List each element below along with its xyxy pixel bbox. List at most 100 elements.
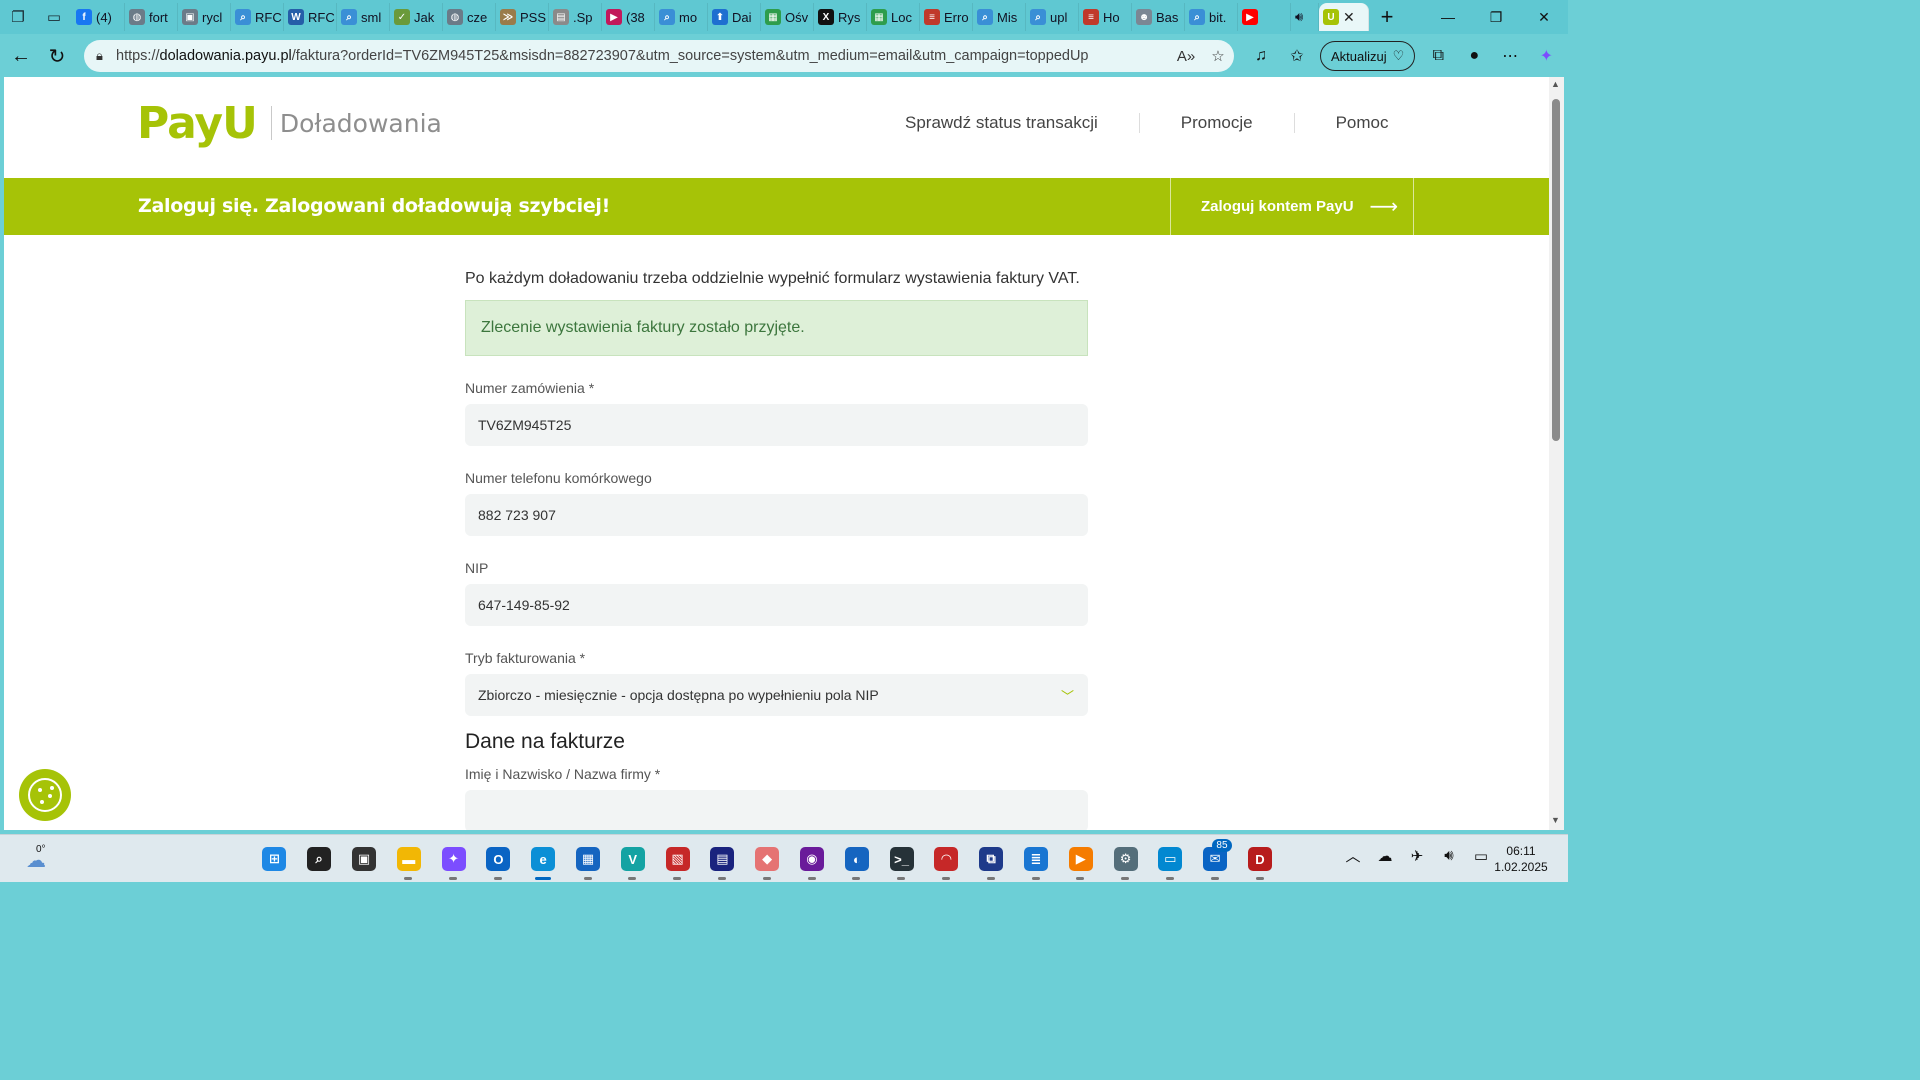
browser-tab[interactable]: ▤ .Sp: [549, 3, 602, 31]
taskbar-app[interactable]: ◠: [924, 841, 969, 880]
update-button[interactable]: Aktualizuj ♡: [1320, 41, 1416, 71]
onedrive-icon[interactable]: ☁: [1372, 847, 1398, 865]
taskbar-app[interactable]: ⧉: [969, 841, 1014, 880]
browser-tab[interactable]: ⌕ mo: [655, 3, 708, 31]
browser-tab[interactable]: ☻ Bas: [1132, 3, 1185, 31]
taskbar-app[interactable]: ▶: [1058, 841, 1103, 880]
new-tab-icon[interactable]: +: [1369, 2, 1405, 32]
taskbar-app[interactable]: ▣: [342, 841, 387, 877]
taskbar-app[interactable]: ▤: [700, 841, 745, 880]
volume-icon[interactable]: 🔊︎: [1436, 847, 1462, 864]
taskbar-app[interactable]: ⚙: [1103, 841, 1148, 880]
browser-tab[interactable]: f (4): [72, 3, 125, 31]
nav-transaction-status[interactable]: Sprawdź status transakcji: [864, 113, 1140, 133]
tab-actions-icon[interactable]: ▭: [36, 0, 72, 34]
airplane-mode-icon[interactable]: ✈: [1404, 847, 1430, 865]
taskbar-app[interactable]: O: [476, 841, 521, 880]
browser-tab[interactable]: ◍ fort: [125, 3, 178, 31]
taskbar-app[interactable]: ≣: [1014, 841, 1059, 880]
clock[interactable]: 06:11 1.02.2025: [1488, 843, 1554, 875]
banner-text: Zaloguj się. Zalogowani doładowują szybc…: [138, 195, 611, 217]
browser-tab[interactable]: ⌕ Mis: [973, 3, 1026, 31]
browser-tab[interactable]: ◍ cze: [443, 3, 496, 31]
taskbar-app[interactable]: ▦: [566, 841, 611, 880]
profile-avatar-icon[interactable]: ●: [1457, 40, 1491, 72]
page-scrollbar[interactable]: ▲ ▼: [1549, 77, 1564, 830]
taskbar-app[interactable]: ▧: [655, 841, 700, 880]
tab-title: Ho: [1103, 9, 1120, 25]
taskbar-app[interactable]: >_: [879, 841, 924, 880]
running-indicator: [449, 877, 458, 880]
tab-audio-icon[interactable]: 🔊︎: [1291, 3, 1319, 31]
copilot-sidebar-icon[interactable]: ✦: [1529, 40, 1563, 72]
taskbar-app[interactable]: ▭: [1148, 841, 1193, 880]
browser-tab[interactable]: ⌕ upl: [1026, 3, 1079, 31]
browser-tab[interactable]: ⌕ bit.: [1185, 3, 1238, 31]
taskbar-app[interactable]: ✦: [431, 841, 476, 880]
browser-tab[interactable]: ✓ Jak: [390, 3, 443, 31]
taskbar-app[interactable]: D: [1238, 841, 1283, 880]
phone-label: Numer telefonu komórkowego: [465, 470, 652, 486]
browser-tab[interactable]: ▶: [1238, 3, 1291, 31]
scroll-down-icon[interactable]: ▼: [1551, 815, 1560, 825]
close-window-icon[interactable]: ✕: [1520, 0, 1568, 34]
login-payu-button[interactable]: Zaloguj kontem PayU ⟶: [1170, 178, 1414, 235]
billing-mode-select[interactable]: Zbiorczo - miesięcznie - opcja dostępna …: [465, 674, 1088, 716]
favorite-star-icon[interactable]: ☆: [1202, 47, 1234, 65]
taskbar-app[interactable]: ◉: [790, 841, 835, 880]
taskbar-app[interactable]: ⌕: [297, 841, 342, 877]
payu-logo[interactable]: PayU Doładowania: [137, 93, 442, 153]
taskbar-app[interactable]: ◐: [834, 841, 879, 880]
tab-title: (4): [96, 9, 112, 25]
cookie-settings-button[interactable]: [19, 769, 71, 821]
scroll-up-icon[interactable]: ▲: [1551, 79, 1560, 89]
back-icon[interactable]: ←: [2, 37, 40, 75]
browser-tab[interactable]: ≫ PSS: [496, 3, 549, 31]
close-tab-icon[interactable]: ✕: [1343, 9, 1355, 26]
tray-overflow-icon[interactable]: ︿: [1340, 845, 1366, 866]
address-bar[interactable]: 🔒︎ https://doladowania.payu.pl/faktura?o…: [84, 40, 1234, 72]
taskbar-app[interactable]: ✉ 85: [1193, 839, 1238, 880]
phone-field[interactable]: 882 723 907: [465, 494, 1088, 536]
nav-help[interactable]: Pomoc: [1295, 113, 1430, 133]
more-options-icon[interactable]: ⋯: [1493, 40, 1527, 72]
workspaces-icon[interactable]: ❐: [0, 0, 36, 34]
browser-tab[interactable]: W RFC: [284, 3, 337, 31]
browser-tab[interactable]: ⌕ RFC: [231, 3, 284, 31]
nav-promotions[interactable]: Promocje: [1140, 113, 1295, 133]
intro-text: Po każdym doładowaniu trzeba oddzielnie …: [465, 270, 1080, 287]
browser-tab[interactable]: ≡ Erro: [920, 3, 973, 31]
browser-tab[interactable]: ≡ Ho: [1079, 3, 1132, 31]
browser-tab[interactable]: ▦ Ośv: [761, 3, 814, 31]
favorites-icon[interactable]: ✩: [1280, 40, 1314, 72]
search-icon: ⌕: [235, 9, 251, 25]
read-aloud-icon[interactable]: A»: [1170, 48, 1202, 65]
order-number-field[interactable]: TV6ZM945T25: [465, 404, 1088, 446]
restore-icon[interactable]: ❐: [1472, 0, 1520, 34]
lock-icon[interactable]: 🔒︎: [96, 48, 116, 64]
minimize-icon[interactable]: —: [1424, 0, 1472, 34]
save-tool-icon: ▤: [710, 847, 735, 871]
browser-tab-active[interactable]: U ✕: [1319, 3, 1369, 31]
browser-tab[interactable]: ⌕ sml: [337, 3, 390, 31]
name-field[interactable]: [465, 790, 1088, 830]
taskbar-app[interactable]: V: [610, 841, 655, 880]
refresh-icon[interactable]: ↻: [38, 37, 76, 75]
weather-widget[interactable]: ☁ 0°: [18, 842, 52, 876]
browser-tab[interactable]: ⬆ Dai: [708, 3, 761, 31]
taskbar-app[interactable]: ⊞: [252, 841, 297, 877]
taskbar-app[interactable]: ◆: [745, 841, 790, 880]
taskbar-app[interactable]: e: [521, 841, 566, 880]
url-text[interactable]: https://doladowania.payu.pl/faktura?orde…: [116, 48, 1170, 64]
nip-field[interactable]: 647-149-85-92: [465, 584, 1088, 626]
url-host: doladowania.payu.pl: [159, 48, 292, 64]
taskbar-app[interactable]: ▬: [386, 841, 431, 880]
running-indicator: [534, 877, 551, 880]
extensions-icon[interactable]: ♫: [1244, 40, 1278, 72]
browser-tab[interactable]: ▣ rycl: [178, 3, 231, 31]
scroll-thumb[interactable]: [1552, 99, 1560, 441]
browser-tab[interactable]: ▶ (38: [602, 3, 655, 31]
collections-icon[interactable]: ⧉: [1421, 40, 1455, 72]
browser-tab[interactable]: ▦ Loc: [867, 3, 920, 31]
browser-tab[interactable]: X Rys: [814, 3, 867, 31]
